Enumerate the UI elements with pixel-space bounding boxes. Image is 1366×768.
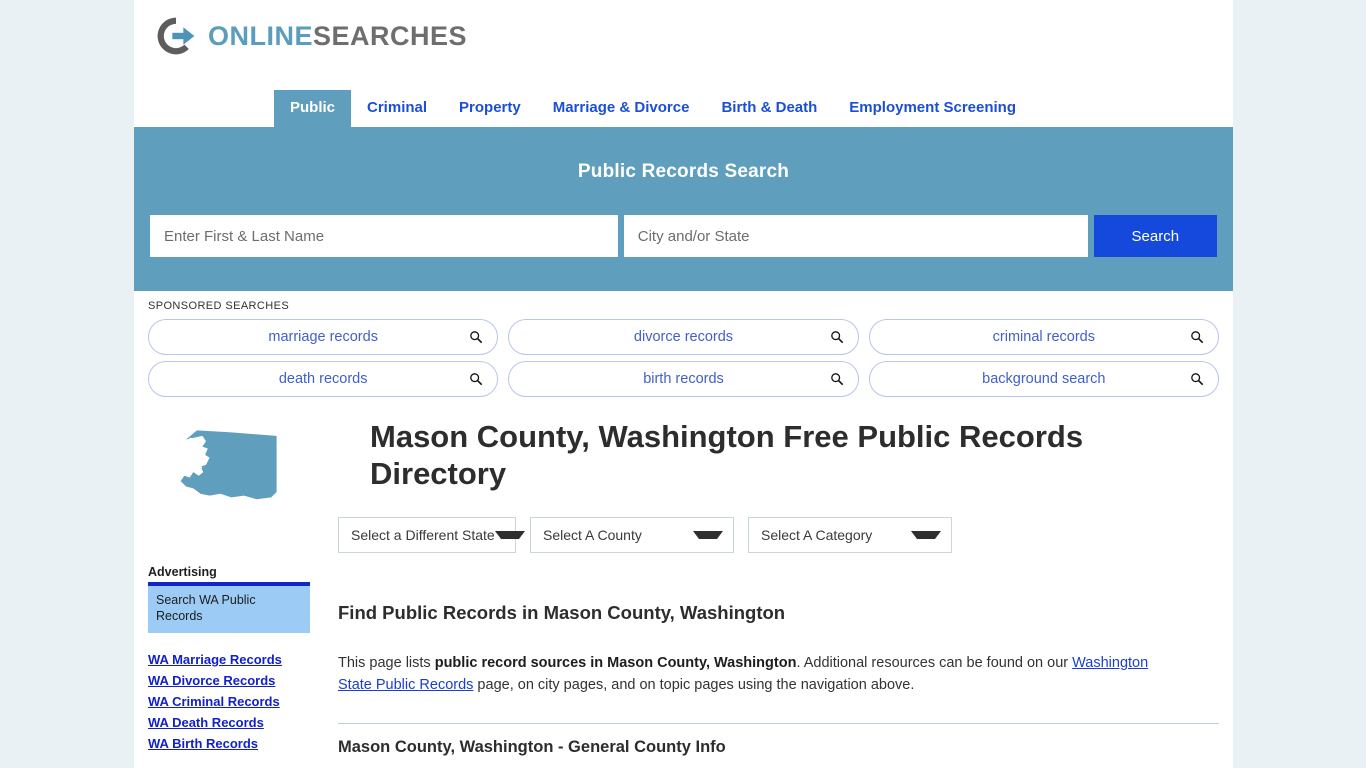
sponsored-pill-label: criminal records (992, 329, 1095, 345)
tab-property[interactable]: Property (443, 90, 537, 127)
logo-bar: ONLINESEARCHES (134, 0, 1233, 79)
select-state-dropdown[interactable]: Select a Different State (338, 517, 525, 553)
tab-marriage-divorce[interactable]: Marriage & Divorce (537, 90, 706, 127)
general-county-info-heading: Mason County, Washington - General Count… (338, 737, 726, 756)
location-search-input[interactable] (623, 215, 1088, 257)
search-icon (470, 373, 483, 386)
sidebar-link-wa-divorce-records[interactable]: WA Divorce Records (148, 670, 310, 691)
sponsored-pill-label: birth records (643, 371, 724, 387)
intro-text-2: . Additional resources can be found on o… (796, 655, 1073, 671)
logo-text-online: ONLINE (208, 20, 314, 51)
sponsored-searches: SPONSORED SEARCHES marriage records divo… (134, 291, 1233, 397)
sponsored-pill-divorce-records[interactable]: divorce records (508, 319, 859, 355)
search-icon (830, 331, 843, 344)
washington-state-map-icon (180, 430, 277, 500)
content-columns: Advertising Search WA Public Records WA … (134, 511, 1233, 757)
sponsored-pill-label: marriage records (268, 329, 378, 345)
search-form: Search (150, 215, 1217, 257)
sponsored-pill-background-search[interactable]: background search (868, 361, 1219, 397)
select-county-dropdown[interactable]: Select A County (530, 517, 734, 553)
search-icon (470, 331, 483, 344)
sponsored-searches-label: SPONSORED SEARCHES (148, 300, 290, 312)
sponsored-pill-grid: marriage records divorce records crimina… (148, 319, 1219, 397)
select-state-label: Select a Different State (351, 527, 495, 543)
name-search-input[interactable] (150, 215, 618, 257)
chevron-down-icon (494, 531, 525, 539)
sponsored-pill-criminal-records[interactable]: criminal records (868, 319, 1219, 355)
sponsored-pill-label: divorce records (633, 329, 734, 345)
intro-text-1: This page lists (338, 655, 435, 671)
search-icon (830, 373, 843, 386)
chevron-down-icon (693, 531, 723, 539)
sidebar-link-wa-criminal-records[interactable]: WA Criminal Records (148, 691, 310, 712)
select-category-dropdown[interactable]: Select A Category (748, 517, 952, 553)
state-map-container (166, 419, 288, 511)
logo-text-searches: SEARCHES (313, 20, 468, 51)
main-navigation: Public Criminal Property Marriage & Divo… (134, 79, 1233, 127)
sponsored-pill-marriage-records[interactable]: marriage records (148, 319, 499, 355)
chevron-down-icon (911, 531, 941, 539)
find-records-heading: Find Public Records in Mason County, Was… (338, 602, 786, 623)
page-title: Mason County, Washington Free Public Rec… (370, 419, 1084, 491)
sidebar-link-wa-marriage-records[interactable]: WA Marriage Records (148, 649, 310, 670)
sponsored-pill-label: death records (278, 371, 368, 387)
sidebar-link-list: WA Marriage Records WA Divorce Records W… (148, 649, 310, 754)
tab-employment-screening[interactable]: Employment Screening (833, 90, 1032, 127)
tab-criminal[interactable]: Criminal (351, 90, 443, 127)
advertising-sidebar: Advertising Search WA Public Records WA … (148, 511, 310, 757)
advertising-label: Advertising (148, 565, 217, 579)
sponsored-pill-label: background search (982, 371, 1106, 387)
page-heading-row: Mason County, Washington Free Public Rec… (134, 397, 1233, 511)
content-divider (338, 722, 1219, 724)
search-button[interactable]: Search (1093, 215, 1217, 257)
main-content: Select a Different State Select A County… (310, 511, 1233, 757)
select-category-label: Select A Category (761, 527, 873, 543)
sponsored-pill-death-records[interactable]: death records (148, 361, 499, 397)
sidebar-link-wa-death-records[interactable]: WA Death Records (148, 712, 310, 733)
search-icon (1191, 373, 1204, 386)
intro-bold-text: public record sources in Mason County, W… (434, 655, 797, 671)
sponsored-pill-birth-records[interactable]: birth records (508, 361, 859, 397)
banner-title: Public Records Search (577, 161, 790, 182)
tab-public[interactable]: Public (274, 90, 352, 127)
select-county-label: Select A County (543, 527, 642, 543)
public-records-search-banner: Public Records Search Search (134, 127, 1233, 291)
filter-selects: Select a Different State Select A County… (338, 511, 1219, 553)
intro-paragraph: This page lists public record sources in… (338, 652, 1158, 697)
search-icon (1191, 331, 1204, 344)
sidebar-link-wa-birth-records[interactable]: WA Birth Records (148, 733, 310, 754)
page-container: ONLINESEARCHES Public Criminal Property … (134, 0, 1233, 768)
tab-birth-death[interactable]: Birth & Death (705, 90, 833, 127)
ad-search-wa-public-records[interactable]: Search WA Public Records (148, 586, 310, 633)
circle-arrow-logo-icon (157, 17, 195, 55)
logo-wordmark: ONLINESEARCHES (208, 20, 468, 51)
site-logo[interactable]: ONLINESEARCHES (154, 14, 1233, 58)
intro-text-3: page, on city pages, and on topic pages … (473, 677, 915, 694)
